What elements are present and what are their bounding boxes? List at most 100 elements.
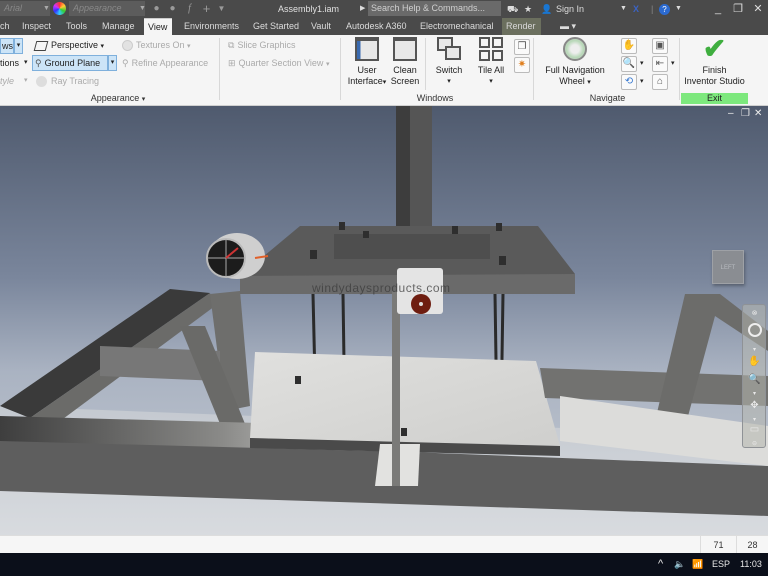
tile-all-label: Tile All (477, 65, 505, 75)
quarter-section-icon: ⊞ (228, 58, 236, 68)
zoom-icon[interactable]: 🔍 (621, 56, 637, 72)
clean-screen-button[interactable]: Clean Screen (390, 37, 420, 87)
show-hidden-icons-icon[interactable]: ^ (658, 553, 663, 576)
slice-graphics-button[interactable]: ⧉ Slice Graphics (228, 38, 295, 52)
tab-sketch[interactable]: ch (0, 18, 14, 35)
visual-style-button[interactable]: tyle (0, 74, 14, 88)
appearance-panel-label[interactable]: Appearance ▾ (88, 92, 148, 106)
autodesk-x-icon[interactable]: X (633, 0, 639, 18)
navbar-zoom-icon[interactable]: 🔍 (747, 373, 762, 387)
tile-all-button[interactable]: Tile All ▾ (474, 37, 508, 87)
search-arrow-icon[interactable]: ▶ (360, 0, 365, 18)
volume-icon[interactable]: 🔈 (674, 553, 685, 576)
fx-icon[interactable]: f (183, 2, 196, 15)
language-indicator[interactable]: ESP (712, 553, 730, 576)
steering-wheel-icon[interactable] (747, 323, 762, 341)
user-interface-button[interactable]: User Interface▾ (347, 37, 387, 88)
pan-icon[interactable]: ✋ (621, 38, 637, 54)
full-navigation-wheel-button[interactable]: Full Navigation Wheel ▾ (540, 37, 610, 88)
navbar-look-at-icon[interactable]: ▭ (747, 423, 762, 437)
new-window-icon[interactable]: ✷ (514, 57, 530, 73)
clock[interactable]: 11:03 (740, 553, 762, 576)
viewport-minimize-button[interactable]: – (728, 108, 734, 120)
graphics-viewport[interactable]: windydaysproducts.com – ❐ ✕ LEFT ⊗ ▾ ✋ 🔍… (0, 106, 768, 535)
previous-view-icon[interactable]: ▣ (652, 38, 668, 54)
refine-appearance-button[interactable]: ⚲ Refine Appearance (122, 56, 208, 70)
visual-style-dropdown-icon[interactable]: ▾ (24, 74, 28, 88)
tab-tools[interactable]: Tools (62, 18, 91, 35)
quarter-section-view-button[interactable]: ⊞ Quarter Section View ▾ (228, 56, 329, 72)
divider (425, 38, 426, 90)
navbar-close-icon[interactable]: ⊗ (747, 307, 762, 321)
shadows-button[interactable]: ws (0, 38, 14, 54)
wifi-icon[interactable]: 📶 (692, 553, 703, 576)
sign-in-link[interactable]: Sign In (556, 0, 584, 18)
color-wheel-icon[interactable] (53, 2, 66, 15)
navbar-customize-icon[interactable]: ⊖ (747, 437, 762, 451)
look-at-icon[interactable]: ⇤ (652, 56, 668, 72)
switch-button[interactable]: Switch ▾ (432, 37, 466, 87)
navbar-orbit-icon[interactable]: ✥ (747, 399, 762, 413)
help-dropdown-icon[interactable]: ▼ (675, 0, 682, 18)
material-icon[interactable]: ● (150, 2, 163, 15)
navbar-pan-icon[interactable]: ✋ (747, 355, 762, 369)
viewcube[interactable]: LEFT (712, 250, 744, 284)
tab-render[interactable]: Render (502, 18, 541, 35)
tab-autodesk-a360[interactable]: Autodesk A360 (342, 18, 411, 35)
tab-get-started[interactable]: Get Started (249, 18, 303, 35)
shadows-dropdown-icon[interactable]: ▾ (14, 38, 23, 54)
clear-override-icon[interactable]: ● (166, 2, 179, 15)
orbit-dropdown-icon[interactable]: ▾ (640, 75, 644, 89)
perspective-button[interactable]: Perspective ▾ (33, 38, 105, 54)
status-bar: 71 28 (0, 535, 768, 554)
viewport-restore-button[interactable]: ❐ (741, 108, 750, 120)
reflections-button[interactable]: tions (0, 56, 19, 70)
perspective-dropdown-icon: ▾ (100, 43, 105, 50)
orbit-icon[interactable]: ⟲ (621, 74, 637, 90)
ray-tracing-label: Ray Tracing (51, 76, 100, 86)
ground-plane-button[interactable]: ⚲ Ground Plane (32, 55, 108, 71)
nav-wheel-dropdown-icon: ▾ (587, 79, 591, 86)
exchange-apps-icon[interactable]: ⛟ (507, 0, 518, 18)
tab-vault[interactable]: Vault (307, 18, 335, 35)
tab-overflow-button[interactable]: ▬ ▾ (556, 18, 580, 35)
cascade-icon[interactable]: ❐ (514, 39, 530, 55)
help-search-input[interactable]: Search Help & Commands... (368, 1, 501, 16)
tab-inspect[interactable]: Inspect (18, 18, 55, 35)
appearance-dropdown-icon[interactable]: ▼ (139, 1, 146, 16)
viewport-close-button[interactable]: ✕ (754, 108, 762, 120)
user-interface-dropdown-icon: ▾ (382, 79, 387, 86)
appearance-field[interactable]: Appearance (69, 1, 145, 16)
ribbon-panel: ws ▾ tions ▾ tyle ▾ Perspective ▾ ⚲ Groun… (0, 35, 768, 106)
ray-tracing-button[interactable]: Ray Tracing (36, 74, 99, 88)
finish-inventor-studio-button[interactable]: ✔ Finish Inventor Studio (681, 33, 748, 87)
status-value-1: 71 (700, 536, 736, 554)
restore-button[interactable]: ❐ (728, 0, 748, 18)
tab-view[interactable]: View (144, 18, 172, 35)
user-interface-icon (355, 37, 379, 61)
ground-plane-icon: ⚲ (35, 58, 42, 68)
look-at-dropdown-icon[interactable]: ▾ (671, 57, 675, 71)
textures-on-button[interactable]: Textures On ▾ (122, 38, 191, 54)
tab-environments[interactable]: Environments (180, 18, 243, 35)
model-render (0, 106, 768, 535)
help-icon[interactable]: ? (659, 0, 670, 18)
reflections-dropdown-icon[interactable]: ▾ (24, 56, 28, 70)
home-view-icon[interactable]: ⌂ (652, 74, 668, 90)
tab-electromechanical[interactable]: Electromechanical (416, 18, 498, 35)
minimize-button[interactable]: _ (708, 0, 728, 18)
column-shadow (396, 106, 410, 242)
tab-manage[interactable]: Manage (98, 18, 139, 35)
ray-tracing-icon (36, 76, 47, 88)
user-icon[interactable]: 👤 (541, 0, 552, 18)
divider: | (651, 4, 654, 14)
font-dropdown-icon[interactable]: ▼ (43, 1, 50, 16)
sign-in-dropdown-icon[interactable]: ▼ (620, 0, 627, 18)
checkmark-icon: ✔ (702, 33, 727, 64)
customize-qat-icon[interactable]: ▼ (215, 2, 228, 15)
close-button[interactable]: ✕ (748, 0, 768, 18)
zoom-dropdown-icon[interactable]: ▾ (640, 57, 644, 71)
plus-icon[interactable]: + (200, 2, 213, 15)
ground-plane-dropdown-icon[interactable]: ▾ (108, 55, 117, 71)
star-icon[interactable]: ★ (524, 0, 532, 18)
